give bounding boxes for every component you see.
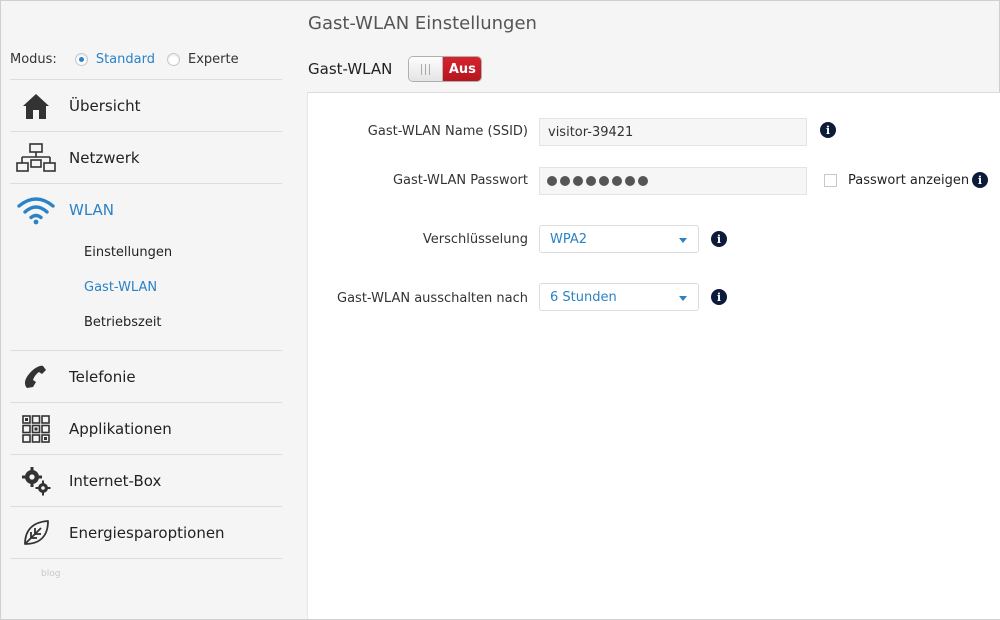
sidebar-item-label: Telefonie bbox=[69, 367, 136, 386]
sidebar-divider bbox=[10, 558, 282, 559]
app-frame: Modus: Standard Experte Übersicht Netzwe… bbox=[0, 0, 1000, 620]
password-dot bbox=[625, 176, 635, 186]
guest-wlan-toggle-row: Gast-WLAN Aus bbox=[308, 56, 483, 82]
sidebar-item-telefonie[interactable]: Telefonie bbox=[10, 350, 282, 402]
ssid-input[interactable] bbox=[539, 118, 807, 146]
sidebar-item-wlan[interactable]: WLAN bbox=[10, 183, 282, 235]
ssid-label: Gast-WLAN Name (SSID) bbox=[367, 124, 528, 139]
sidebar-item-label: WLAN bbox=[69, 200, 115, 219]
password-dot bbox=[573, 176, 583, 186]
sidebar-item-label: Netzwerk bbox=[69, 148, 140, 167]
leaf-icon bbox=[16, 515, 56, 551]
ssid-info-icon[interactable]: i bbox=[820, 122, 836, 138]
sidebar-item-label: Übersicht bbox=[69, 96, 141, 115]
sidebar-item-energiesparoptionen[interactable]: Energiesparoptionen bbox=[10, 506, 282, 558]
sidebar-item-netzwerk[interactable]: Netzwerk bbox=[10, 131, 282, 183]
sidebar-item-label: Applikationen bbox=[69, 419, 172, 438]
password-dot bbox=[547, 176, 557, 186]
network-icon bbox=[16, 140, 56, 176]
sidebar-nav: Übersicht Netzwerk WLAN Einstellungen Ga… bbox=[10, 79, 282, 559]
radio-standard-label[interactable]: Standard bbox=[96, 52, 155, 67]
timeout-info-icon[interactable]: i bbox=[711, 289, 727, 305]
password-input[interactable] bbox=[539, 167, 807, 195]
sidebar-item-internet-box[interactable]: Internet-Box bbox=[10, 454, 282, 506]
password-dot bbox=[586, 176, 596, 186]
radio-experte[interactable] bbox=[166, 52, 180, 66]
password-dot bbox=[612, 176, 622, 186]
show-password-label[interactable]: Passwort anzeigen bbox=[848, 173, 969, 188]
encryption-info-icon[interactable]: i bbox=[711, 231, 727, 247]
chevron-down-icon bbox=[679, 238, 687, 243]
gears-icon bbox=[16, 463, 56, 499]
sidebar: Modus: Standard Experte Übersicht Netzwe… bbox=[1, 1, 291, 619]
guest-wlan-toggle[interactable]: Aus bbox=[408, 56, 483, 82]
password-dot bbox=[560, 176, 570, 186]
sidebar-item-uebersicht[interactable]: Übersicht bbox=[10, 79, 282, 131]
toggle-knob[interactable] bbox=[409, 57, 444, 81]
apps-grid-icon bbox=[16, 411, 56, 447]
password-dot bbox=[599, 176, 609, 186]
guest-wlan-toggle-label: Gast-WLAN bbox=[308, 60, 393, 78]
phone-icon bbox=[16, 359, 56, 395]
wlan-subnav: Einstellungen Gast-WLAN Betriebszeit bbox=[10, 235, 282, 350]
sidebar-item-label: Internet-Box bbox=[69, 471, 162, 490]
subnav-item-betriebszeit[interactable]: Betriebszeit bbox=[10, 305, 282, 340]
timeout-value: 6 Stunden bbox=[550, 289, 617, 305]
house-icon bbox=[16, 88, 56, 124]
page-title: Gast-WLAN Einstellungen bbox=[308, 13, 537, 34]
password-dot bbox=[638, 176, 648, 186]
password-label: Gast-WLAN Passwort bbox=[392, 173, 528, 188]
timeout-select[interactable]: 6 Stunden bbox=[539, 283, 699, 311]
show-password-checkbox[interactable] bbox=[824, 174, 837, 187]
toggle-state-label: Aus bbox=[443, 57, 482, 81]
footnote: blog bbox=[41, 569, 61, 579]
radio-standard[interactable] bbox=[74, 52, 88, 66]
mode-selector: Modus: Standard Experte bbox=[10, 49, 251, 69]
settings-panel: Gast-WLAN Name (SSID) i Gast-WLAN Passwo… bbox=[307, 92, 1000, 619]
sidebar-item-label: Energiesparoptionen bbox=[69, 523, 225, 542]
encryption-label: Verschlüsselung bbox=[422, 232, 528, 247]
sidebar-item-applikationen[interactable]: Applikationen bbox=[10, 402, 282, 454]
chevron-down-icon bbox=[679, 296, 687, 301]
encryption-value: WPA2 bbox=[550, 231, 588, 247]
timeout-label: Gast-WLAN ausschalten nach bbox=[337, 291, 528, 306]
grip-icon bbox=[421, 63, 431, 75]
radio-experte-label[interactable]: Experte bbox=[188, 52, 239, 67]
encryption-select[interactable]: WPA2 bbox=[539, 225, 699, 253]
wifi-icon bbox=[16, 192, 56, 228]
mode-label: Modus: bbox=[10, 51, 57, 67]
password-info-icon[interactable]: i bbox=[972, 172, 988, 188]
subnav-item-gast-wlan[interactable]: Gast-WLAN bbox=[10, 270, 282, 305]
subnav-item-einstellungen[interactable]: Einstellungen bbox=[10, 235, 282, 270]
